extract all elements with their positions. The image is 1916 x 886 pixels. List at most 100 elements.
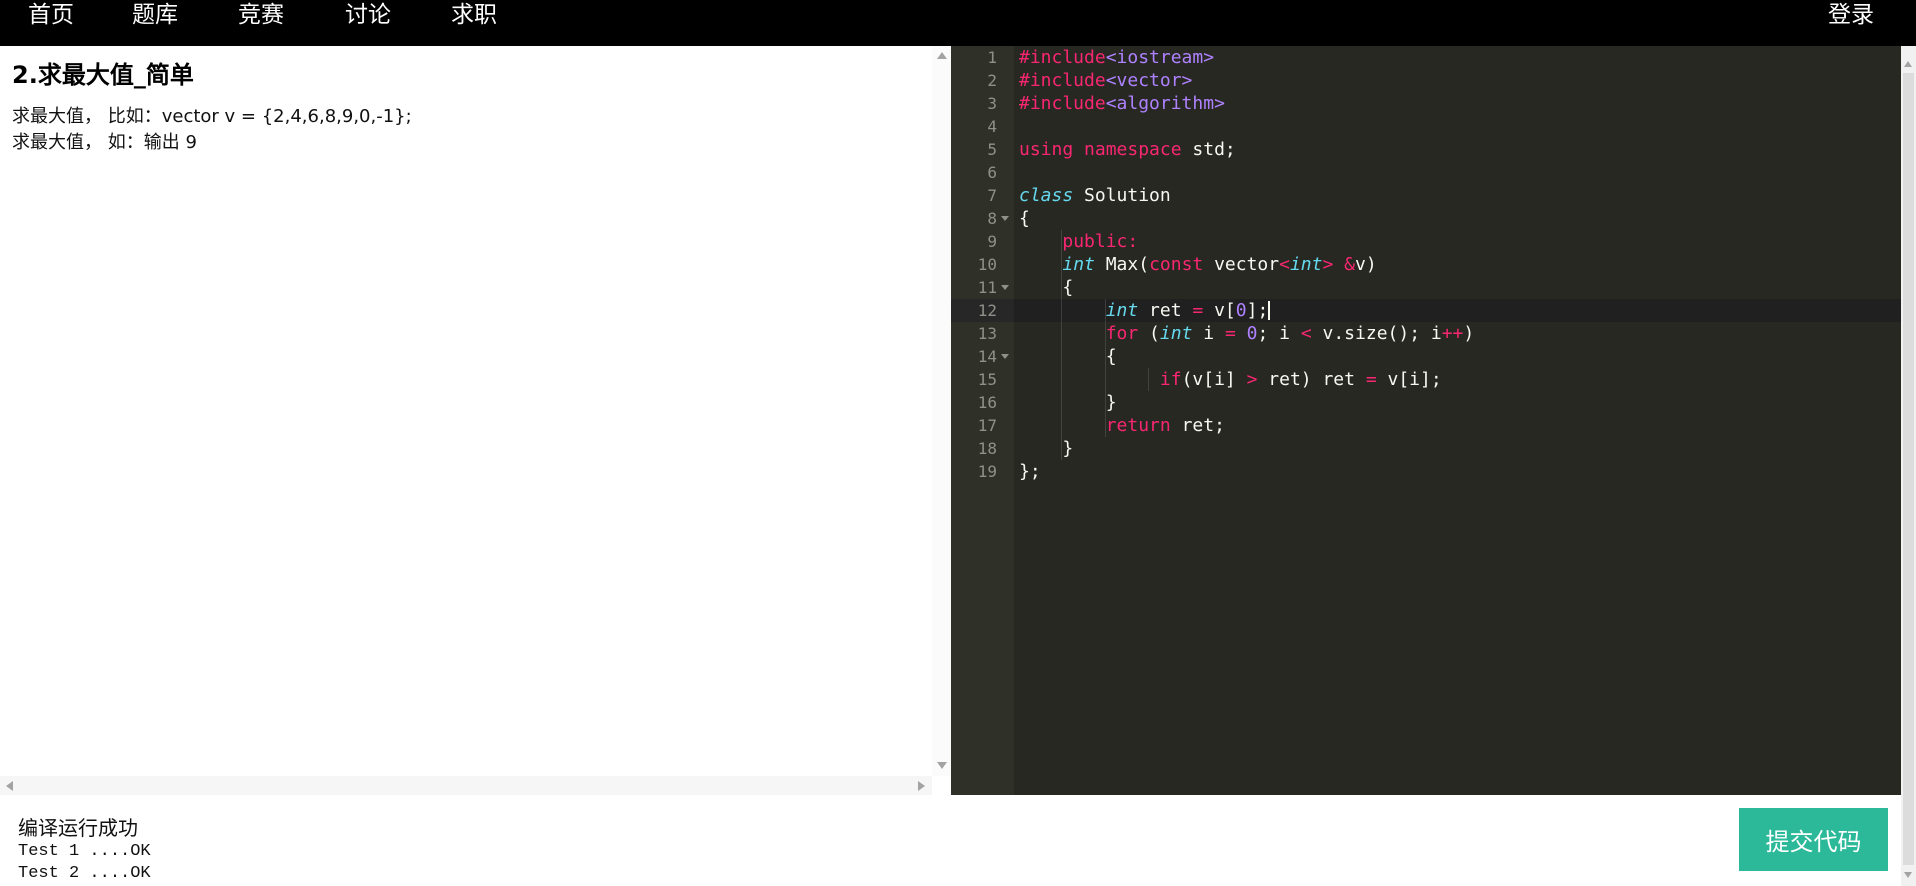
- code-line[interactable]: return ret;: [1014, 414, 1901, 437]
- line-number: 12: [951, 299, 1014, 322]
- problem-description-line: 求最大值， 比如：vector v = {2,4,6,8,9,0,-1};: [12, 106, 412, 127]
- code-line-text: {: [1019, 276, 1073, 299]
- code-line[interactable]: {: [1014, 345, 1901, 368]
- code-token: ; i: [1257, 323, 1301, 344]
- scrollbar-corner: [932, 776, 951, 795]
- code-line[interactable]: int Max(const vector<int> &v): [1014, 253, 1901, 276]
- code-line-text: return ret;: [1019, 414, 1225, 437]
- code-line[interactable]: for (int i = 0; i < v.size(); i++): [1014, 322, 1901, 345]
- nav-item-jobs[interactable]: 求职: [451, 0, 497, 30]
- code-token: vector: [1203, 254, 1280, 275]
- code-token: v[i];: [1376, 369, 1442, 390]
- code-line-text: {: [1019, 345, 1117, 368]
- login-link[interactable]: 登录: [1828, 0, 1874, 30]
- code-line[interactable]: }: [1014, 391, 1901, 414]
- code-token: >: [1322, 254, 1334, 275]
- code-line[interactable]: [1014, 161, 1901, 184]
- line-number: 1: [987, 48, 997, 67]
- problem-vertical-scrollbar[interactable]: [932, 46, 951, 776]
- code-line-text: public:: [1019, 230, 1138, 253]
- code-token: using: [1019, 139, 1074, 160]
- code-line[interactable]: if(v[i] > ret) ret = v[i];: [1014, 368, 1901, 391]
- top-nav: 首页 题库 竞赛 讨论 求职 登录: [0, 0, 1916, 46]
- code-line-text: int Max(const vector<int> &v): [1019, 253, 1377, 276]
- code-line[interactable]: int ret = v[0];: [1014, 299, 1901, 322]
- scroll-right-arrow-icon[interactable]: [918, 781, 925, 791]
- code-line[interactable]: class Solution: [1014, 184, 1901, 207]
- fold-arrow-icon[interactable]: [1001, 216, 1009, 221]
- code-token: ): [1463, 323, 1475, 344]
- code-line[interactable]: using namespace std;: [1014, 138, 1901, 161]
- code-line[interactable]: }: [1014, 437, 1901, 460]
- scroll-down-arrow-icon[interactable]: [937, 762, 947, 769]
- code-line-text: using namespace std;: [1019, 138, 1236, 161]
- code-token: namespace: [1084, 139, 1182, 160]
- problem-panel: 2.求最大值_简单 求最大值， 比如：vector v = {2,4,6,8,9…: [0, 46, 951, 795]
- code-token: <iostream>: [1105, 47, 1215, 68]
- code-line-text: }: [1019, 391, 1117, 414]
- code-token: {: [1019, 208, 1030, 229]
- code-token: }: [1019, 392, 1117, 413]
- code-token: i: [1192, 323, 1225, 344]
- code-token: (: [1138, 323, 1160, 344]
- code-line[interactable]: #include<algorithm>: [1014, 92, 1901, 115]
- nav-item-contests[interactable]: 竞赛: [238, 0, 284, 30]
- code-token: #include: [1019, 93, 1106, 114]
- code-line-text: #include<iostream>: [1019, 46, 1214, 69]
- code-token: <: [1300, 323, 1312, 344]
- scrollbar-thumb[interactable]: [1903, 73, 1914, 865]
- code-line[interactable]: #include<vector>: [1014, 69, 1901, 92]
- nav-item-discussions[interactable]: 讨论: [345, 0, 391, 30]
- nav-item-problems[interactable]: 题库: [132, 0, 178, 30]
- code-token: for: [1105, 323, 1139, 344]
- problem-horizontal-scrollbar[interactable]: [0, 776, 932, 795]
- code-token: int: [1105, 300, 1139, 321]
- code-token: std;: [1181, 139, 1236, 160]
- test-result-line: Test 1 ....OK: [18, 842, 151, 861]
- code-token: 0: [1246, 323, 1258, 344]
- line-number: 4: [987, 117, 997, 136]
- scroll-left-arrow-icon[interactable]: [6, 781, 13, 791]
- test-result-line: Test 2 ....OK: [18, 864, 151, 883]
- code-line[interactable]: #include<iostream>: [1014, 46, 1901, 69]
- line-number: 13: [977, 324, 997, 343]
- code-token: int: [1289, 254, 1323, 275]
- code-token: <vector>: [1105, 70, 1193, 91]
- code-token: =: [1192, 300, 1204, 321]
- code-line[interactable]: };: [1014, 460, 1901, 483]
- code-token: int: [1159, 323, 1193, 344]
- scroll-down-arrow-icon[interactable]: [1904, 872, 1912, 878]
- code-token: ];: [1246, 300, 1269, 321]
- problem-content: 2.求最大值_简单 求最大值， 比如：vector v = {2,4,6,8,9…: [0, 46, 932, 776]
- editor-content[interactable]: #include<iostream> #include<vector> #inclu…: [1014, 46, 1901, 795]
- line-number: 5: [987, 140, 997, 159]
- code-token: v.size(); i: [1311, 323, 1442, 344]
- scroll-up-arrow-icon[interactable]: [1904, 61, 1912, 67]
- line-number: 9: [987, 232, 997, 251]
- run-result-panel: 编译运行成功 Test 1 ....OK Test 2 ....OK: [18, 816, 918, 885]
- code-line[interactable]: {: [1014, 207, 1901, 230]
- scroll-up-arrow-icon[interactable]: [937, 52, 947, 59]
- code-line[interactable]: public:: [1014, 230, 1901, 253]
- compile-status: 编译运行成功: [18, 816, 138, 840]
- code-line[interactable]: [1014, 115, 1901, 138]
- problem-title: 2.求最大值_简单: [12, 61, 194, 89]
- code-line[interactable]: {: [1014, 276, 1901, 299]
- code-token: ret) ret: [1257, 369, 1366, 390]
- code-token: (v[i]: [1181, 369, 1247, 390]
- line-number: 2: [987, 71, 997, 90]
- submit-code-button[interactable]: 提交代码: [1739, 808, 1888, 871]
- line-number: 7: [987, 186, 997, 205]
- code-token: v): [1355, 254, 1377, 275]
- fold-arrow-icon[interactable]: [1001, 354, 1009, 359]
- nav-item-home[interactable]: 首页: [28, 0, 74, 30]
- code-editor[interactable]: 1 2 3 4 5 6 7 8 9 10 11 12 13 14 15 16 17 18 19 #include<i…: [951, 46, 1901, 795]
- page-vertical-scrollbar[interactable]: [1901, 46, 1916, 886]
- editor-gutter: 1 2 3 4 5 6 7 8 9 10 11 12 13 14 15 16 17 18 19: [951, 46, 1014, 795]
- code-line-text: #include<algorithm>: [1019, 92, 1225, 115]
- code-token: Max(: [1094, 254, 1150, 275]
- code-token: }: [1019, 438, 1074, 459]
- fold-arrow-icon[interactable]: [1001, 285, 1009, 290]
